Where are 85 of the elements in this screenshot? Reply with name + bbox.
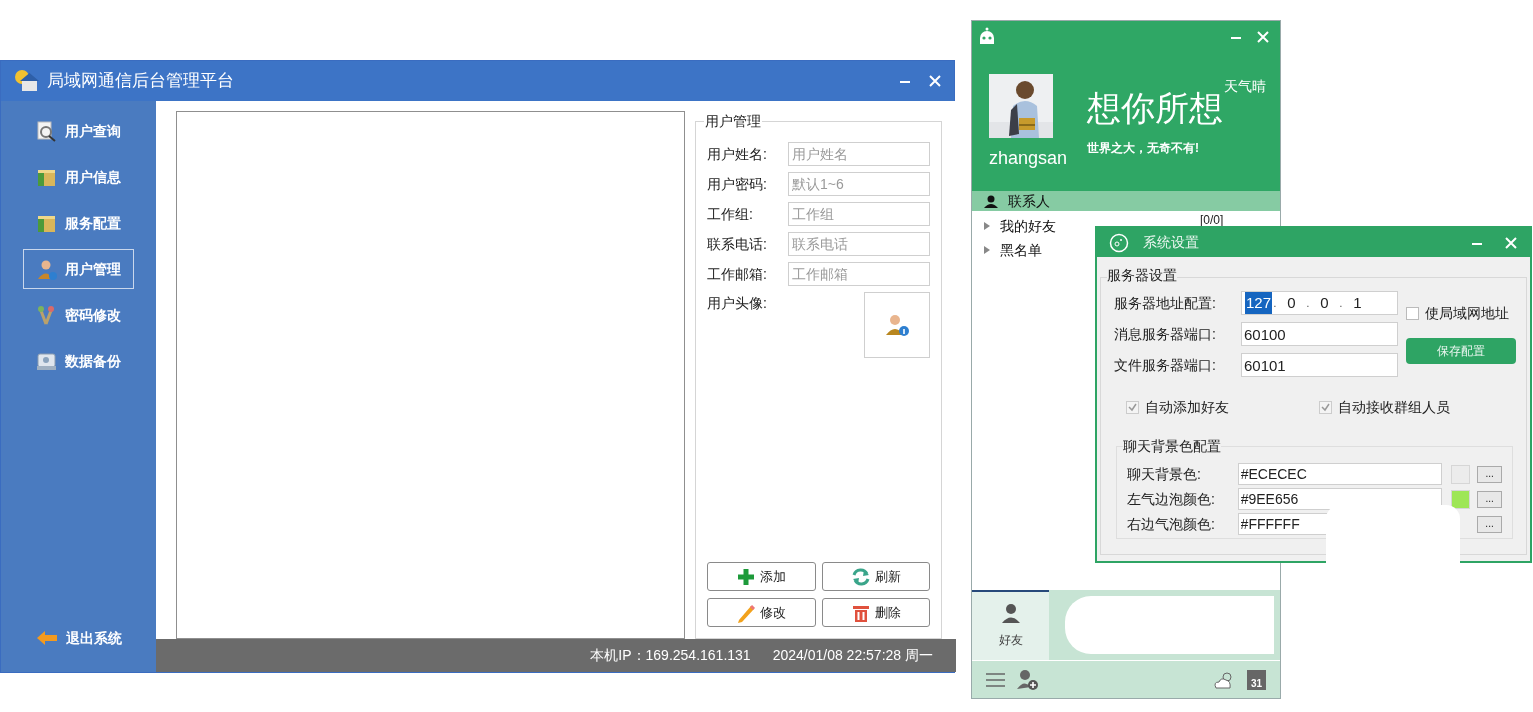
input-field[interactable]: 60100	[1241, 322, 1398, 346]
username: zhangsan	[989, 147, 1068, 170]
add-user-icon[interactable]	[1017, 668, 1039, 691]
menu-icon[interactable]	[986, 672, 1005, 687]
nav-item[interactable]: 用户信息	[23, 157, 134, 197]
window-title: 局域网通信后台管理平台	[47, 70, 234, 93]
check-icon	[1128, 403, 1137, 412]
nav-item[interactable]: 密码修改	[23, 295, 134, 335]
input-field[interactable]: 工作组	[788, 202, 930, 226]
field-label: 用户姓名:	[707, 144, 768, 164]
checkbox[interactable]: 自动添加好友	[1126, 397, 1319, 418]
field-label: 右边气泡颜色:	[1127, 514, 1216, 534]
ip-address-field[interactable]: 127 . 0 . 0 . 1	[1241, 291, 1398, 315]
nav-item[interactable]: 数据备份	[23, 341, 134, 381]
user-icon	[36, 258, 57, 280]
avatar-button[interactable]	[864, 292, 930, 358]
nav-item[interactable]: 用户查询	[23, 111, 134, 151]
action-button[interactable]: 刷新	[821, 562, 930, 591]
action-button[interactable]: 修改	[707, 598, 816, 627]
input-field[interactable]: 默认1~6	[788, 172, 930, 196]
friends-tab[interactable]: 好友	[972, 590, 1049, 660]
calendar-icon[interactable]: 31	[1247, 669, 1266, 690]
person-icon	[984, 194, 998, 208]
keys-icon	[36, 304, 57, 326]
caret-icon	[984, 222, 990, 230]
exit-button[interactable]: 退出系统	[23, 618, 134, 658]
date-time: 2024/01/08 22:57:28 周一	[772, 646, 933, 665]
caret-icon	[984, 246, 990, 254]
input-field[interactable]: #FFFFFF	[1237, 513, 1327, 535]
nav-item[interactable]: 用户管理	[23, 249, 134, 289]
motto: 世界之大，无奇不有!	[1087, 140, 1199, 157]
user-icon	[885, 313, 909, 337]
arrow-left-icon	[35, 629, 58, 647]
browse-button[interactable]: ...	[1477, 490, 1502, 508]
field-label: 用户密码:	[707, 174, 768, 194]
close-icon[interactable]	[1256, 30, 1270, 44]
input-field[interactable]: 用户姓名	[788, 142, 930, 166]
field-label: 工作邮箱:	[707, 264, 768, 284]
weather-text: 天气晴	[1224, 77, 1266, 96]
field-label: 左气边泡颜色:	[1127, 489, 1216, 509]
slogan: 想你所想	[1087, 88, 1223, 129]
field-label: 服务器地址配置:	[1114, 293, 1217, 313]
field-label: 聊天背景色:	[1127, 464, 1202, 484]
field-label: 工作组:	[707, 204, 754, 224]
refresh-icon	[850, 566, 871, 587]
checkbox[interactable]: 自动接收群组人员	[1319, 397, 1450, 418]
nav-item[interactable]: 服务配置	[23, 203, 134, 243]
person-icon	[1000, 603, 1021, 623]
contact-group[interactable]: 我的好友	[972, 214, 1060, 238]
octet-text: 0	[1319, 292, 1330, 313]
contacts-header: 联系人	[972, 191, 1280, 211]
contact-group[interactable]: 黑名单	[972, 238, 1046, 262]
gear-house-icon	[13, 68, 39, 94]
input-field[interactable]: 60101	[1241, 353, 1398, 377]
dot-separator: .	[1338, 296, 1344, 311]
window-title: 系统设置	[1143, 233, 1199, 252]
disc-icon	[1109, 232, 1129, 253]
field-label: 用户头像:	[707, 294, 767, 313]
pencil-icon	[736, 602, 757, 623]
check-icon	[1321, 403, 1330, 412]
plus-icon	[736, 566, 757, 587]
field-label: 消息服务器端口:	[1114, 324, 1217, 344]
action-button[interactable]: 添加	[707, 562, 816, 591]
octet-text: 0	[1286, 292, 1297, 313]
octet-text: 1	[1352, 292, 1363, 313]
field-label: 联系电话:	[707, 234, 768, 254]
dot-separator: .	[1272, 296, 1278, 311]
action-button[interactable]: 删除	[821, 598, 930, 627]
dot-separator: .	[1305, 296, 1311, 311]
checkbox[interactable]: 使局域网地址	[1406, 303, 1516, 324]
close-icon[interactable]	[928, 74, 942, 88]
robot-icon	[978, 27, 996, 47]
octet-text: 127	[1245, 291, 1272, 315]
browse-button[interactable]: ...	[1477, 515, 1502, 533]
browse-button[interactable]: ...	[1477, 465, 1502, 483]
input-field[interactable]: #9EE656	[1237, 488, 1443, 510]
weather-icon[interactable]	[1213, 669, 1235, 690]
ip-address: 本机IP：169.254.161.131	[590, 646, 751, 665]
close-icon[interactable]	[1504, 235, 1518, 250]
input-field[interactable]: #ECECEC	[1237, 463, 1443, 485]
drive-icon	[36, 350, 57, 372]
input-field[interactable]: 工作邮箱	[788, 262, 930, 286]
field-label: 文件服务器端口:	[1114, 355, 1217, 375]
magnifier-icon	[36, 120, 57, 142]
input-field[interactable]: 联系电话	[788, 232, 930, 256]
